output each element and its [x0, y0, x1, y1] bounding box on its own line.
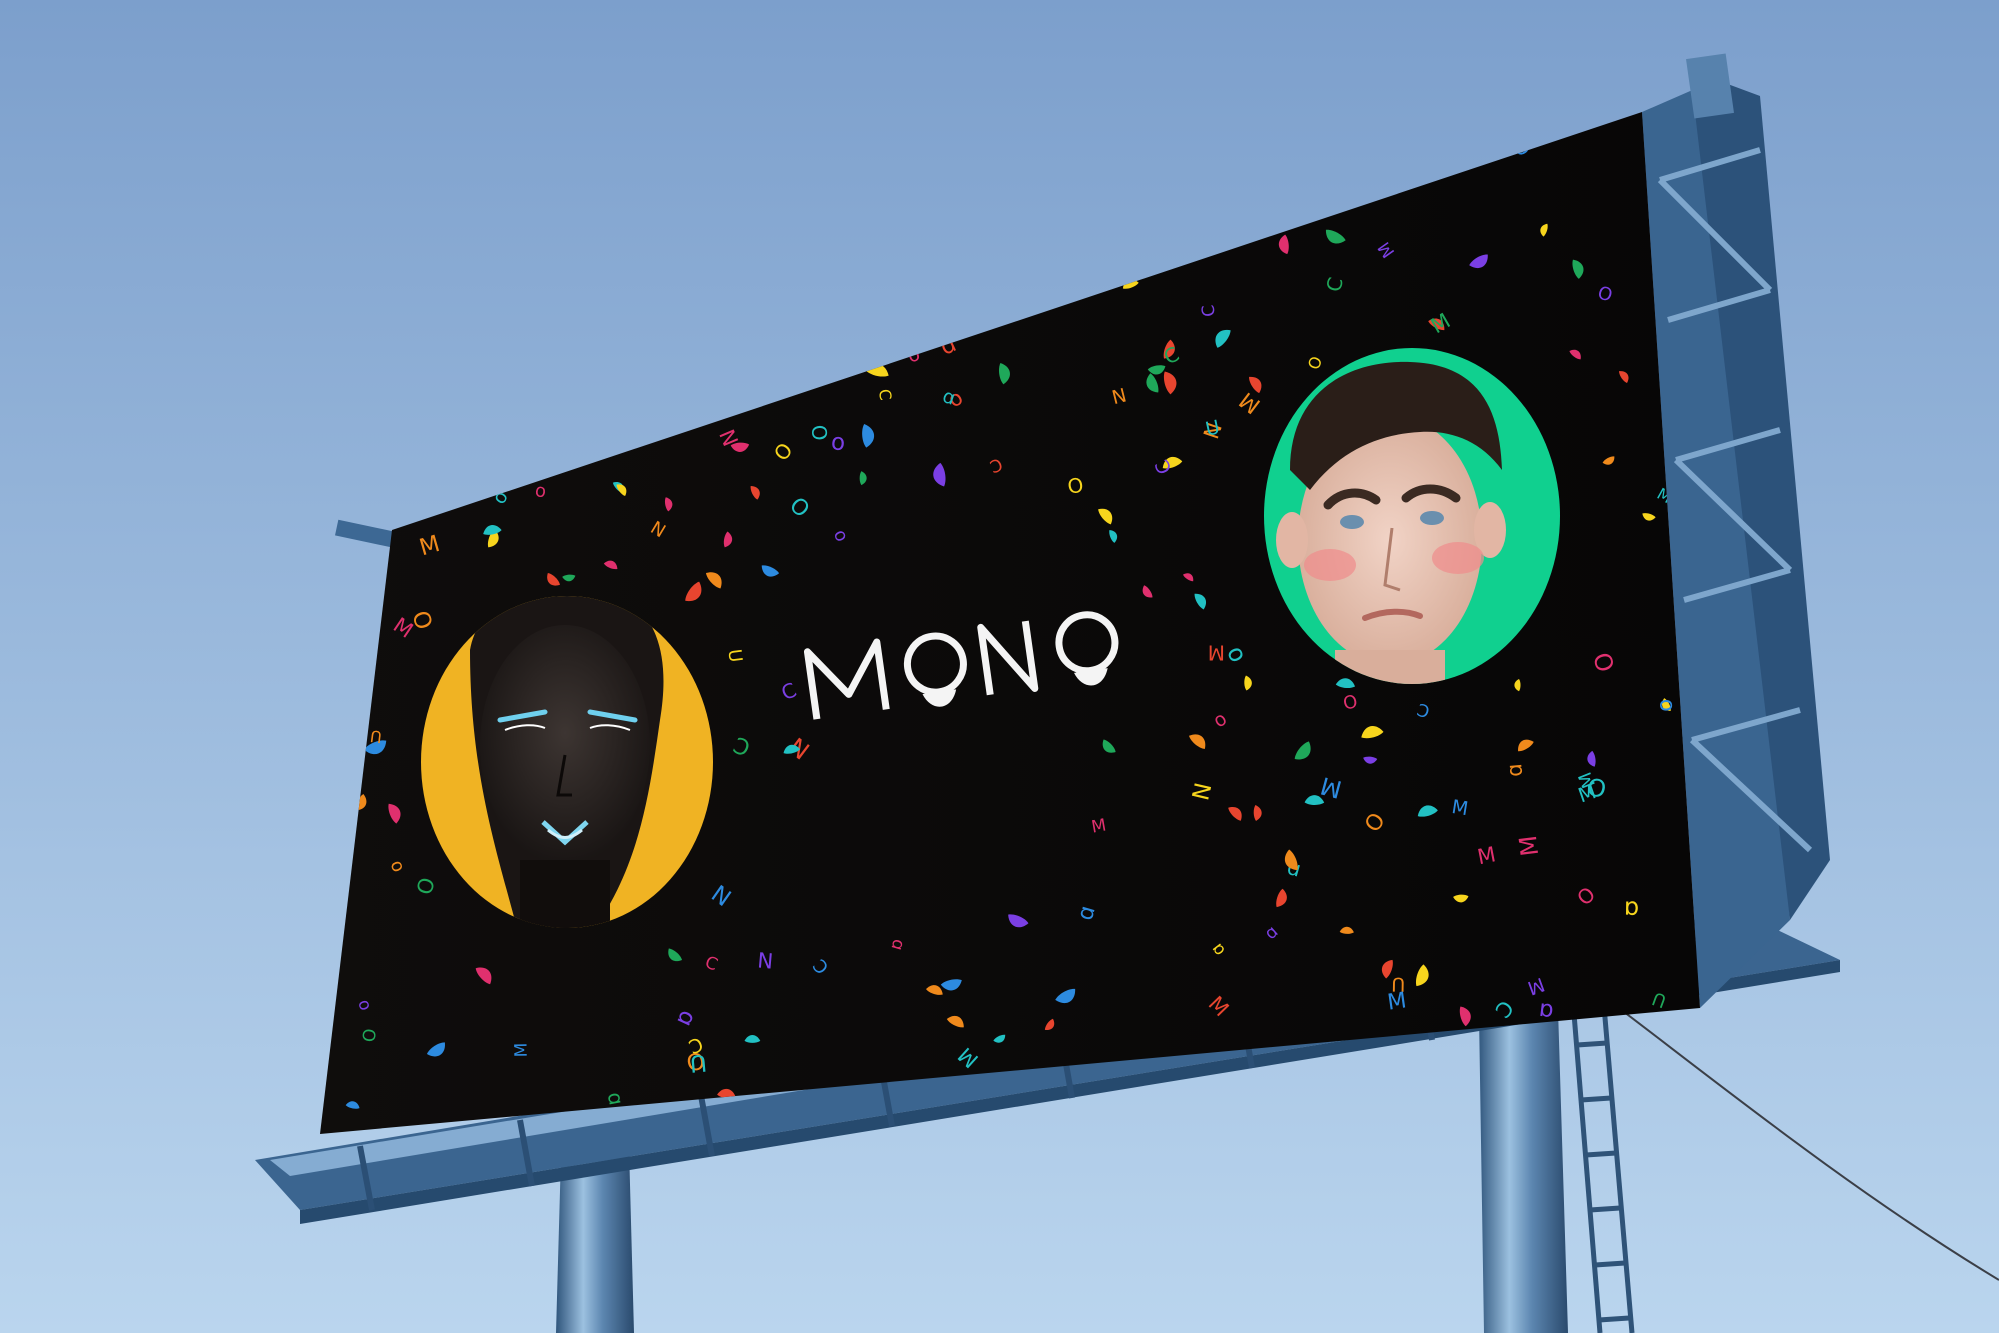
confetti-glyph: O	[357, 1027, 378, 1042]
confetti-glyph: o	[830, 431, 846, 458]
billboard-scene: CCOOoCCoOooɑɑNMMCUMNONMMCMɑONMoɑoOɑMNMNo…	[0, 0, 1999, 1333]
confetti-glyph: M	[1208, 640, 1225, 664]
confetti-glyph: U	[689, 1049, 708, 1076]
confetti-glyph: ɑ	[1537, 997, 1555, 1025]
confetti-glyph: M	[1450, 796, 1470, 820]
confetti-glyph: U	[723, 648, 745, 664]
confetti-glyph: O	[807, 424, 832, 442]
confetti-glyph: ɑ	[1502, 763, 1527, 778]
confetti-glyph: o	[1655, 699, 1679, 712]
confetti-glyph: U	[369, 726, 383, 746]
confetti-glyph: C	[1199, 304, 1220, 318]
confetti-glyph: N	[756, 948, 774, 973]
confetti-glyph: M	[1386, 988, 1408, 1015]
confetti-glyph: M	[512, 1043, 532, 1058]
confetti-glyph: M	[1514, 834, 1544, 858]
confetti-glyph: ɑ	[1624, 896, 1640, 924]
